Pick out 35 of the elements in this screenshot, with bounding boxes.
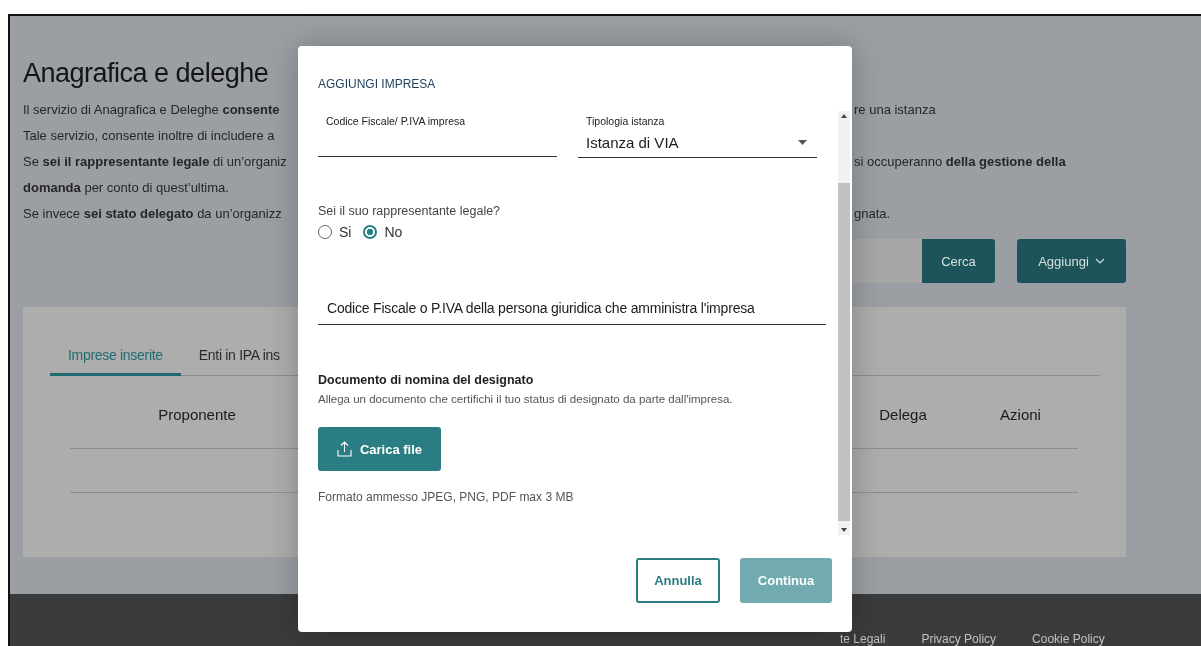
radio-option[interactable]: No bbox=[363, 224, 403, 240]
intro-text: Il servizio di Anagrafica e Deleghe consente bbox=[23, 102, 280, 117]
section-title: Documento di nomina del designato bbox=[318, 373, 535, 387]
page-title: Anagrafica e deleghe bbox=[23, 57, 269, 90]
upload-button[interactable]: Carica file bbox=[318, 427, 441, 471]
caret-icon bbox=[798, 139, 807, 145]
search-button[interactable]: Cerca bbox=[922, 239, 995, 283]
question-label: Sei il suo rappresentante legale? bbox=[318, 204, 502, 218]
footer-link[interactable]: te Legali bbox=[840, 633, 886, 646]
scrollbar[interactable] bbox=[838, 111, 850, 535]
format-hint: Formato ammesso JPEG, PNG, PDF max 3 MB bbox=[318, 490, 575, 504]
column-header: Azioni bbox=[1000, 406, 1041, 423]
intro-text: si occuperanno della gestione della bbox=[854, 154, 1066, 169]
radio-icon[interactable] bbox=[363, 225, 378, 239]
intro-text: domanda per conto di quest’ultima. bbox=[23, 180, 229, 195]
tab[interactable]: Enti in IPA ins bbox=[180, 347, 298, 376]
column-header: Delega bbox=[879, 406, 927, 423]
cancel-button[interactable]: Annulla bbox=[636, 558, 720, 603]
intro-text: Tale servizio, consente inoltre di includere a bbox=[23, 128, 275, 143]
field-label: Codice Fiscale/ P.IVA impresa bbox=[325, 115, 467, 127]
chevron-down-icon bbox=[1094, 258, 1105, 264]
column-header: Proponente bbox=[158, 406, 236, 423]
section-description: Allega un documento che certifichi il tuo status di designato da parte dall'impresa. bbox=[318, 393, 734, 405]
intro-text: Se sei il rappresentante legale di un’organiz bbox=[23, 154, 287, 169]
intro-text: re una istanza bbox=[854, 102, 936, 117]
footer-link[interactable]: Cookie Policy bbox=[1032, 633, 1105, 646]
footer-link[interactable]: Privacy Policy bbox=[921, 633, 997, 646]
modal-title: AGGIUNGI IMPRESA bbox=[318, 77, 437, 91]
add-button[interactable]: Aggiungi bbox=[1017, 239, 1126, 283]
intro-text: gnata. bbox=[854, 206, 891, 221]
radio-option[interactable]: Si bbox=[318, 224, 352, 240]
upload-icon bbox=[336, 441, 352, 457]
intro-text: Se invece sei stato delegato da un’organizz bbox=[23, 206, 282, 221]
select-field[interactable]: Istanza di VIA bbox=[578, 127, 817, 158]
field-label: Tipologia istanza bbox=[585, 115, 666, 127]
